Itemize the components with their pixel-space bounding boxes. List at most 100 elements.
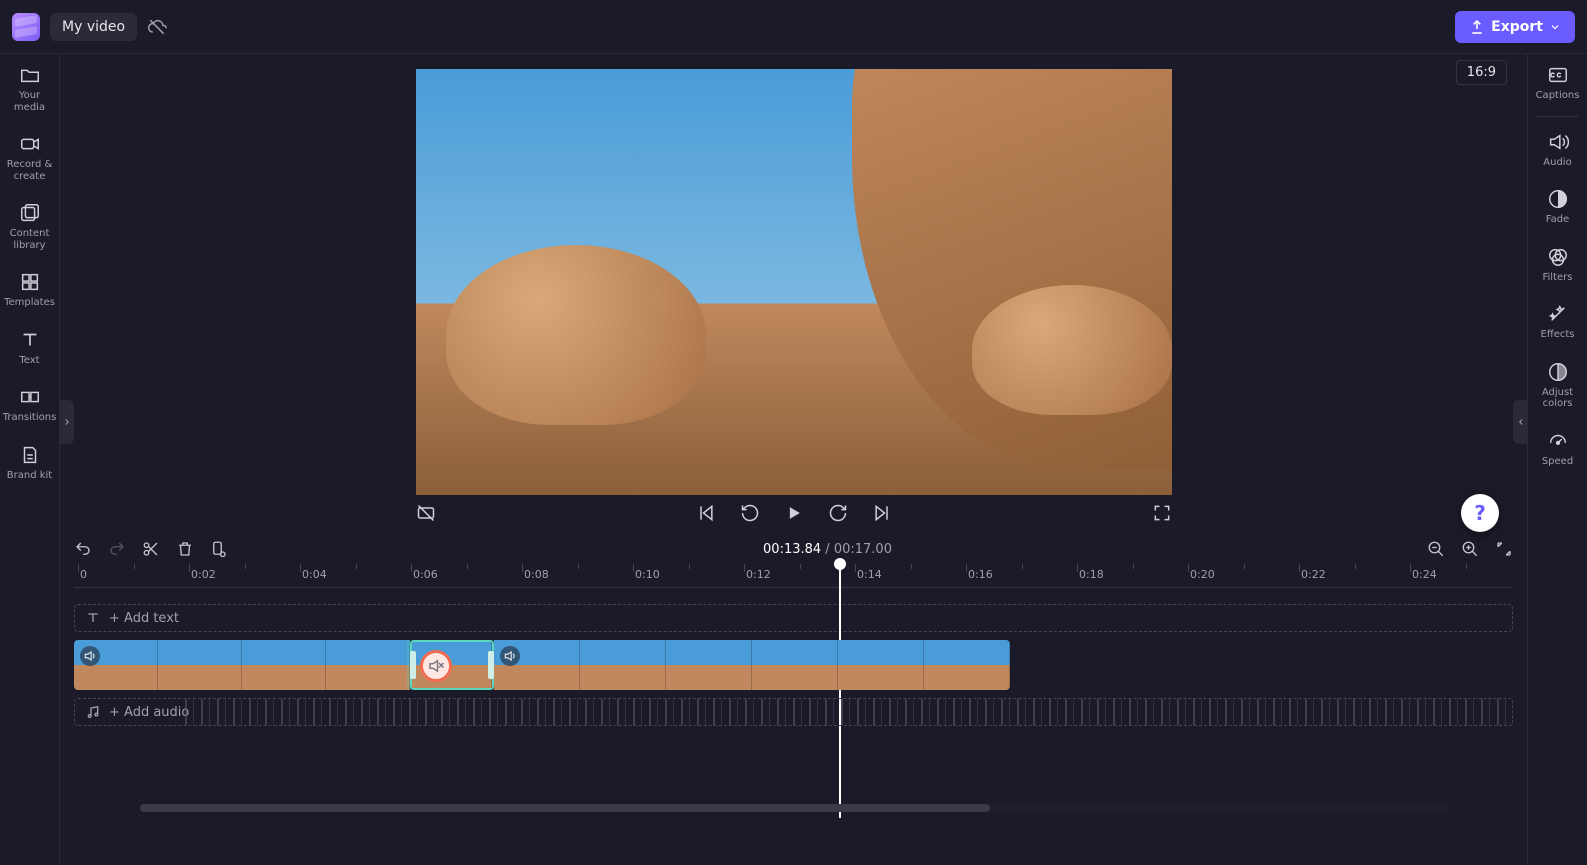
sidebar-item-effects[interactable]: Effects [1528, 293, 1587, 351]
scrollbar-thumb[interactable] [140, 804, 990, 812]
camera-icon [19, 133, 41, 155]
project-title-chip[interactable]: My video [50, 13, 137, 41]
sidebar-item-your-media[interactable]: Your media [0, 54, 59, 123]
step-forward-icon[interactable] [828, 503, 848, 523]
ruler-mark: 0:12 [746, 568, 771, 581]
ruler-mark: 0:20 [1190, 568, 1215, 581]
sidebar-item-audio[interactable]: Audio [1528, 121, 1587, 179]
skip-forward-icon[interactable] [872, 503, 892, 523]
clip-speaker-icon[interactable] [500, 646, 520, 666]
video-preview[interactable] [416, 69, 1172, 495]
total-time: 00:17.00 [834, 542, 892, 557]
transitions-icon [19, 386, 41, 408]
scissors-icon[interactable] [142, 540, 160, 558]
right-sidebar: Captions Audio Fade Filters Effects Adju… [1527, 54, 1587, 865]
play-button[interactable] [784, 503, 804, 523]
aspect-ratio-button[interactable]: 16:9 [1456, 60, 1507, 85]
audio-track[interactable]: + Add audio [74, 698, 1513, 726]
expand-left-panel[interactable] [60, 400, 74, 444]
clip-speaker-icon[interactable] [80, 646, 100, 666]
sidebar-item-label: Transitions [3, 412, 57, 424]
filters-icon [1547, 246, 1569, 268]
fade-icon [1547, 188, 1569, 210]
text-icon [19, 329, 41, 351]
sidebar-item-label: Content library [2, 228, 57, 251]
sidebar-item-label: Speed [1542, 456, 1573, 468]
video-track[interactable] [74, 640, 1010, 690]
timecode-display: 00:13.84 / 00:17.00 [244, 542, 1411, 557]
export-label: Export [1491, 19, 1543, 35]
ruler-mark: 0:22 [1301, 568, 1326, 581]
sidebar-item-label: Audio [1543, 157, 1571, 169]
sidebar-item-speed[interactable]: Speed [1528, 420, 1587, 478]
library-icon [19, 202, 41, 224]
hide-overlay-icon[interactable] [416, 503, 436, 523]
sidebar-item-captions[interactable]: Captions [1528, 54, 1587, 112]
ruler-mark: 0:10 [635, 568, 660, 581]
step-back-icon[interactable] [740, 503, 760, 523]
ruler-mark: 0:24 [1412, 568, 1437, 581]
playhead[interactable] [839, 564, 841, 818]
cloud-sync-off-icon[interactable] [147, 17, 167, 37]
clip-handle-left[interactable] [410, 651, 416, 679]
zoom-out-icon[interactable] [1427, 540, 1445, 558]
sidebar-item-adjust-colors[interactable]: Adjust colors [1528, 351, 1587, 420]
ruler-mark: 0:04 [302, 568, 327, 581]
folder-icon [19, 64, 41, 86]
expand-right-panel[interactable] [1513, 400, 1527, 444]
captions-icon [1547, 64, 1569, 86]
video-clip-3[interactable] [494, 640, 1010, 690]
undo-icon[interactable] [74, 540, 92, 558]
zoom-in-icon[interactable] [1461, 540, 1479, 558]
ruler-mark: 0:02 [191, 568, 216, 581]
sidebar-item-record-create[interactable]: Record & create [0, 123, 59, 192]
ruler-mark: 0:16 [968, 568, 993, 581]
sidebar-item-label: Templates [4, 297, 55, 309]
sidebar-item-text[interactable]: Text [0, 319, 59, 377]
sidebar-item-label: Adjust colors [1530, 387, 1585, 410]
audio-waveform [185, 699, 1512, 725]
sidebar-item-filters[interactable]: Filters [1528, 236, 1587, 294]
redo-icon[interactable] [108, 540, 126, 558]
timeline-tracks: + Add text [60, 588, 1527, 818]
audio-icon [1547, 131, 1569, 153]
ruler-mark: 0:14 [857, 568, 882, 581]
sidebar-item-transitions[interactable]: Transitions [0, 376, 59, 434]
skip-back-icon[interactable] [696, 503, 716, 523]
sidebar-item-label: Fade [1546, 214, 1569, 226]
main-area: 16:9 ? [60, 54, 1527, 865]
ruler-mark: 0:06 [413, 568, 438, 581]
ruler-mark: 0:08 [524, 568, 549, 581]
video-clip-2-selected[interactable] [410, 640, 494, 690]
effects-icon [1547, 303, 1569, 325]
sidebar-item-templates[interactable]: Templates [0, 261, 59, 319]
video-clip-1[interactable] [74, 640, 410, 690]
timeline-ruler[interactable]: 00:020:040:060:080:100:120:140:160:180:2… [74, 564, 1513, 588]
templates-icon [19, 271, 41, 293]
text-track[interactable]: + Add text [74, 604, 1513, 632]
clip-mute-button-highlighted[interactable] [420, 650, 452, 682]
audio-track-icon [85, 704, 101, 720]
current-time: 00:13.84 [763, 542, 821, 557]
split-clip-icon[interactable] [210, 540, 228, 558]
trash-icon[interactable] [176, 540, 194, 558]
help-fab[interactable]: ? [1461, 494, 1499, 532]
sidebar-item-label: Effects [1541, 329, 1575, 341]
ruler-mark: 0:18 [1079, 568, 1104, 581]
timeline-scrollbar[interactable] [140, 804, 1447, 812]
text-track-placeholder: + Add text [109, 611, 179, 626]
sidebar-item-label: Your media [2, 90, 57, 113]
brand-icon [19, 444, 41, 466]
left-sidebar: Your media Record & create Content libra… [0, 54, 60, 865]
top-header: My video Export [0, 0, 1587, 54]
audio-track-placeholder: + Add audio [109, 705, 189, 720]
sidebar-item-content-library[interactable]: Content library [0, 192, 59, 261]
sidebar-item-brand-kit[interactable]: Brand kit [0, 434, 59, 492]
timeline-toolbar: 00:13.84 / 00:17.00 [60, 534, 1527, 564]
fullscreen-icon[interactable] [1152, 503, 1172, 523]
app-logo[interactable] [12, 13, 40, 41]
text-track-icon [85, 610, 101, 626]
fit-timeline-icon[interactable] [1495, 540, 1513, 558]
export-button[interactable]: Export [1455, 11, 1575, 43]
sidebar-item-fade[interactable]: Fade [1528, 178, 1587, 236]
